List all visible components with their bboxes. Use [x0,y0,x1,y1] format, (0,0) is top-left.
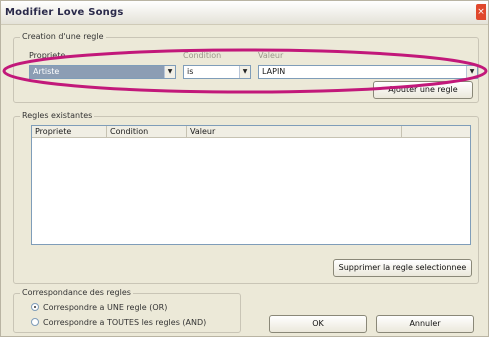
cancel-button[interactable]: Annuler [376,315,474,333]
dialog-window: Modifier Love Songs × Creation d'une reg… [0,0,489,337]
radio-button-selected[interactable] [31,302,39,311]
column-header-condition[interactable]: Condition [107,126,187,138]
rules-list-header: Propriete Condition Valeur [32,126,470,138]
value-combobox[interactable]: LAPIN ▼ [258,65,478,79]
column-header-value[interactable]: Valeur [187,126,402,138]
rule-matching-legend: Correspondance des regles [20,288,133,297]
rules-list[interactable]: Propriete Condition Valeur [31,125,471,245]
match-any-label: Correspondre a UNE regle (OR) [43,303,168,312]
condition-select-value: is [187,67,194,76]
existing-rules-legend: Regles existantes [20,111,95,120]
close-button[interactable]: × [476,4,486,20]
condition-label: Condition [183,51,222,60]
property-select-value: Artiste [30,66,164,78]
match-any-option[interactable]: Correspondre a UNE regle (OR) [31,302,167,314]
chevron-down-icon[interactable]: ▼ [466,66,477,78]
chevron-down-icon[interactable]: ▼ [239,66,250,78]
chevron-down-icon[interactable]: ▼ [164,66,175,78]
window-title: Modifier Love Songs [5,7,124,18]
property-select[interactable]: Artiste ▼ [29,65,176,79]
ok-button[interactable]: OK [269,315,367,333]
match-all-option[interactable]: Correspondre a TOUTES les regles (AND) [31,317,206,329]
value-label: Valeur [258,51,284,60]
rule-creation-legend: Creation d'une regle [20,32,106,41]
radio-button[interactable] [31,317,39,326]
close-icon: × [477,7,485,17]
property-label: Propriete [29,51,66,60]
value-combobox-text[interactable]: LAPIN [259,66,466,78]
condition-select[interactable]: is ▼ [183,65,251,79]
column-header-property[interactable]: Propriete [32,126,107,138]
delete-rule-button[interactable]: Supprimer la regle selectionnee [333,259,472,277]
match-all-label: Correspondre a TOUTES les regles (AND) [43,318,207,327]
add-rule-button[interactable]: Ajouter une regle [373,81,473,99]
title-bar[interactable]: Modifier Love Songs × [1,1,488,25]
